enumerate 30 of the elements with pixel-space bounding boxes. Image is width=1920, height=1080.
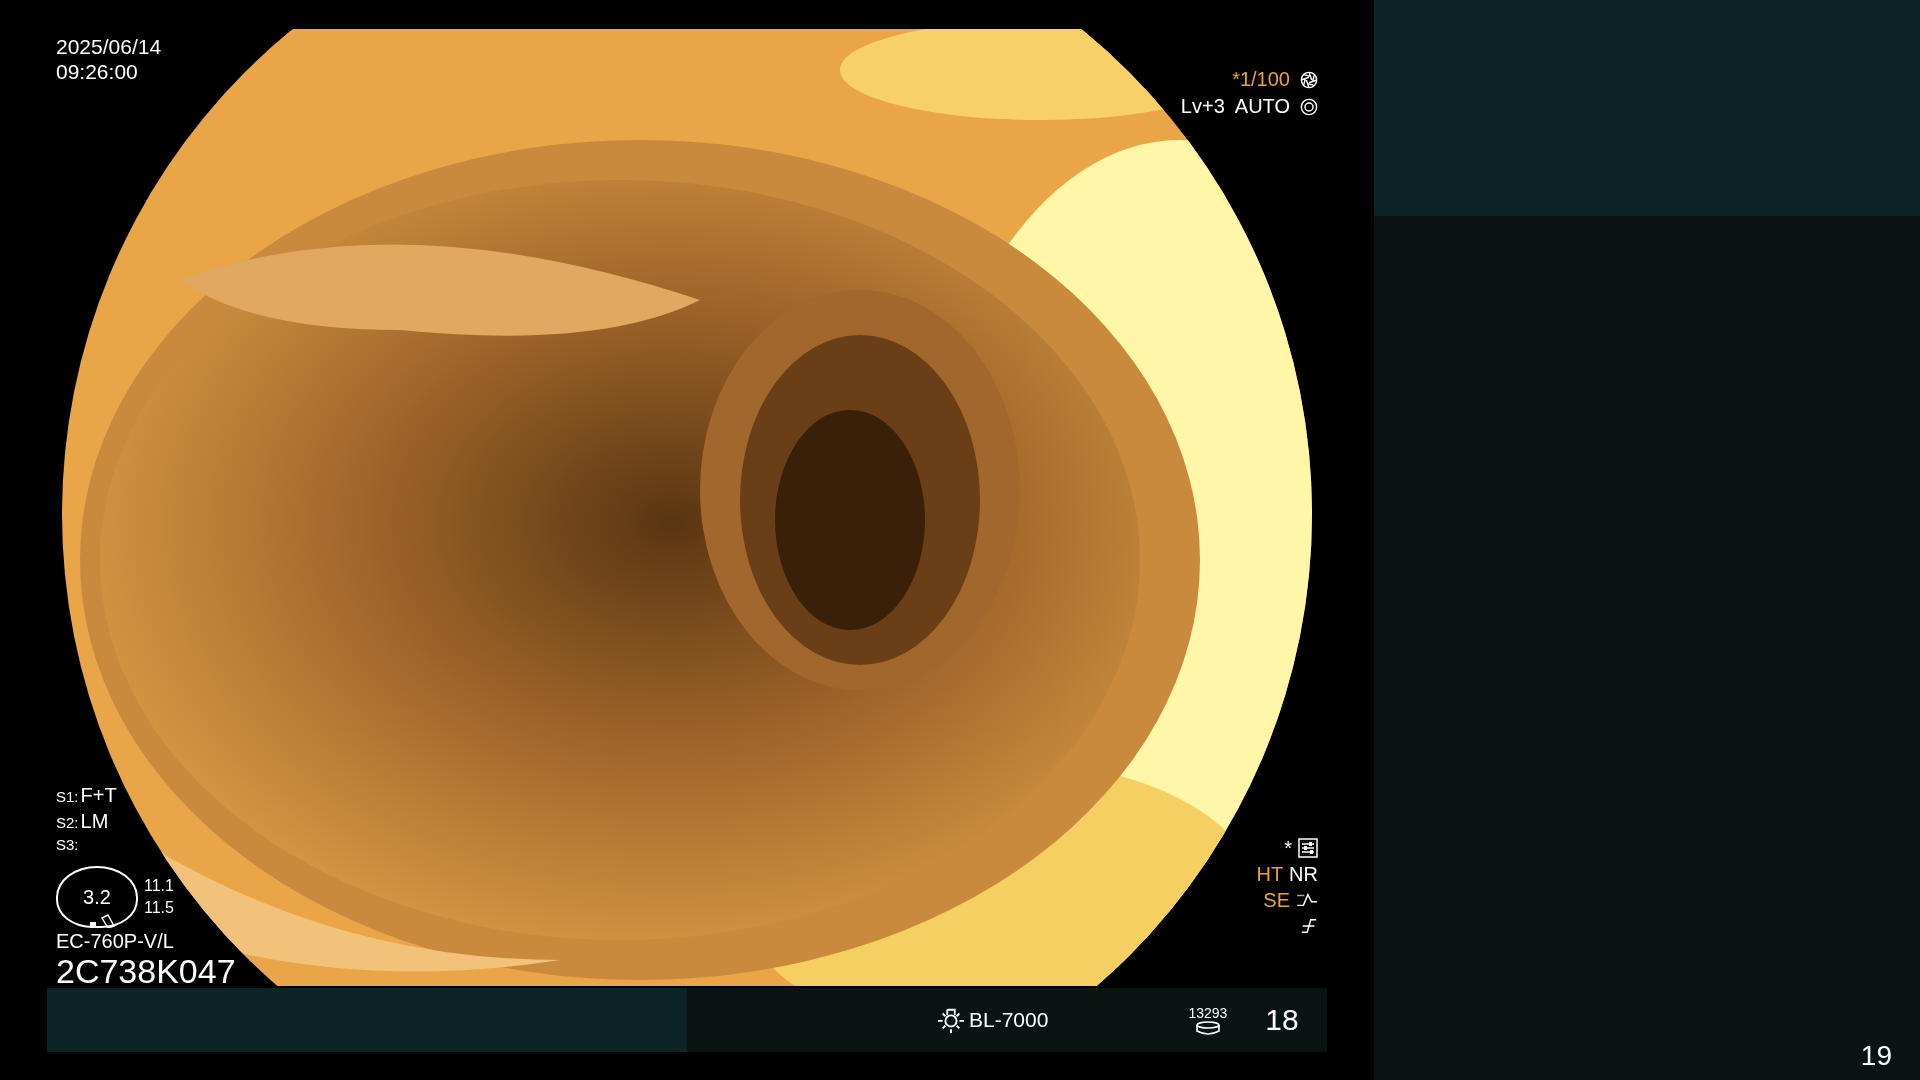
iris-icon: [1300, 97, 1318, 116]
page-number: 19: [1860, 1040, 1892, 1072]
image-mode-text: HT: [1256, 862, 1284, 886]
lamp-icon: [937, 1006, 965, 1034]
scope-serial-text: 2C738K047: [56, 953, 236, 989]
light-source-text: BL-7000: [969, 1008, 1049, 1032]
switch-label: S2:: [56, 814, 79, 831]
brightness-level-text: Lv+3: [1180, 95, 1225, 118]
image-mode-text: SE: [1263, 888, 1290, 912]
scope-model-text: EC-760P-V/L: [56, 930, 175, 953]
date-text: 2025/06/14: [56, 34, 162, 59]
disk-icon: [1194, 1021, 1221, 1035]
image-mode-text: NR: [1289, 862, 1318, 886]
aperture-icon: [1300, 70, 1318, 89]
switch-label: S1:: [56, 788, 79, 805]
zoom-reading-text: 11.1: [144, 876, 174, 896]
sliders-icon: [1298, 838, 1318, 858]
curve-icon: [1296, 891, 1318, 909]
image-count-text: 18: [1265, 1003, 1299, 1037]
shutter-speed-text: *1/100: [1232, 68, 1290, 91]
zoom-reading-text: 11.5: [144, 898, 174, 918]
switch-label: S3:: [56, 836, 79, 853]
time-text: 09:26:00: [56, 59, 139, 84]
switch-function-text: F+T: [80, 784, 117, 807]
star-mark: *: [1284, 836, 1292, 860]
counter-text: 13293: [1188, 1005, 1228, 1021]
filter-curve-icon: [1300, 917, 1318, 935]
switch-function-text: LM: [80, 810, 109, 833]
iris-mode-text: AUTO: [1234, 95, 1290, 118]
zoom-gauge: 3.2: [56, 866, 138, 928]
